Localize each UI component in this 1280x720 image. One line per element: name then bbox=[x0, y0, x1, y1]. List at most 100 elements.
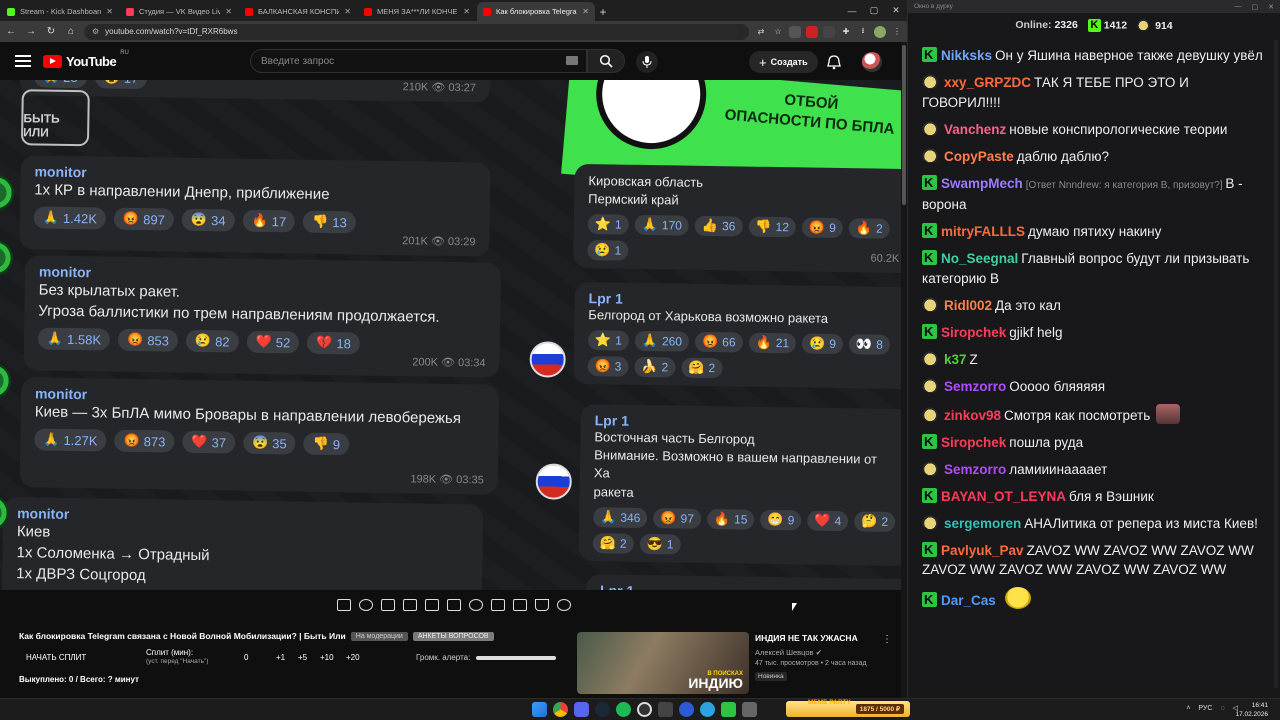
reco-title[interactable]: ИНДИЯ НЕ ТАК УЖАСНА bbox=[755, 633, 858, 643]
reaction-chip[interactable]: 🤔 2 bbox=[854, 511, 896, 532]
chat-username[interactable]: xxy_GRPZDC bbox=[944, 75, 1031, 90]
translate-icon[interactable]: ⇄ bbox=[755, 26, 767, 38]
chrome-icon[interactable] bbox=[553, 702, 568, 717]
search-button[interactable] bbox=[587, 49, 625, 73]
url-input[interactable]: ⚙ youtube.com/watch?v=tDf_RXR6bws bbox=[84, 23, 749, 40]
scrollbar-thumb[interactable] bbox=[902, 45, 906, 205]
reco-channel[interactable]: Алексей Шевцов ✔ bbox=[755, 648, 822, 657]
discord-icon[interactable] bbox=[574, 702, 589, 717]
reco-thumbnail[interactable]: В ПОИСКАХ ИНДИЮ bbox=[577, 632, 749, 694]
create-button[interactable]: + Создать bbox=[749, 51, 818, 73]
download-icon[interactable]: ⭳ bbox=[857, 26, 869, 38]
browser-tab[interactable]: МЕНЯ ЗА***ЛИ КОНЧЕННЫЕ ✕ bbox=[358, 2, 476, 21]
speed-icon[interactable] bbox=[468, 599, 483, 611]
start-split-button[interactable]: НАЧАТЬ СПЛИТ bbox=[26, 653, 86, 662]
reaction-chip[interactable]: 🙏 1.27K bbox=[34, 428, 107, 452]
extension-2-icon[interactable] bbox=[806, 25, 818, 38]
search-input[interactable]: Введите запрос bbox=[250, 49, 587, 73]
reaction-chip[interactable]: 😨 34 bbox=[181, 208, 235, 232]
tab-close-icon[interactable]: ✕ bbox=[344, 7, 351, 16]
chat-username[interactable]: mitryFALLLS bbox=[941, 224, 1025, 239]
split-plus-5-button[interactable]: +5 bbox=[298, 653, 307, 662]
reaction-chip[interactable]: 🔥 17 bbox=[242, 209, 296, 233]
chat-username[interactable]: SwampMech bbox=[941, 176, 1023, 191]
playlist-icon[interactable] bbox=[446, 599, 461, 611]
reaction-chip[interactable]: 😡 897 bbox=[113, 207, 175, 231]
reaction-chip[interactable]: ❤️ 37 bbox=[182, 430, 236, 454]
chat-username[interactable]: Siropchek bbox=[941, 435, 1006, 450]
media-icon[interactable] bbox=[679, 702, 694, 717]
settings-gear-icon[interactable] bbox=[556, 599, 571, 611]
minimize-button[interactable]: — bbox=[841, 0, 863, 21]
forward-button[interactable]: → bbox=[24, 25, 38, 39]
keyboard-icon[interactable] bbox=[566, 56, 578, 65]
youtube-logo[interactable]: YouTube RU bbox=[43, 50, 129, 69]
app-icon[interactable] bbox=[658, 702, 673, 717]
reaction-chip[interactable]: 🙏 170 bbox=[634, 215, 690, 237]
close-window-button[interactable]: ✕ bbox=[885, 0, 907, 21]
browser-tab[interactable]: БАЛКАНСКАЯ КОНСПИРОЛОГИЯ ✕ bbox=[239, 2, 357, 21]
alert-volume-slider[interactable] bbox=[476, 656, 556, 660]
moderation-chip[interactable]: На модерации bbox=[350, 631, 408, 641]
browser-tab[interactable]: Студия — VK Видео Live ✕ bbox=[120, 2, 238, 21]
tool-icon[interactable] bbox=[742, 702, 757, 717]
tab-close-icon[interactable]: ✕ bbox=[225, 7, 232, 16]
home-icon[interactable]: ⌂ bbox=[64, 25, 78, 39]
reaction-chip[interactable]: 🔥 2 bbox=[848, 218, 890, 240]
maximize-button[interactable]: ▢ bbox=[863, 0, 885, 21]
telegram-icon[interactable] bbox=[700, 702, 715, 717]
menu-icon[interactable]: ⋮ bbox=[891, 26, 903, 38]
questions-chip[interactable]: АНКЕТЫ ВОПРОСОВ bbox=[412, 631, 494, 641]
browser-tab[interactable]: Stream - Kick Dashboard ✕ bbox=[1, 2, 119, 21]
tray-chevron-icon[interactable]: ˄ bbox=[1186, 705, 1190, 712]
reload-button[interactable]: ↻ bbox=[44, 25, 58, 39]
split-plus-20-button[interactable]: +20 bbox=[346, 653, 360, 662]
reaction-chip[interactable]: ⭐ 1 bbox=[587, 330, 629, 351]
bookmark-icon[interactable]: ☆ bbox=[772, 26, 784, 38]
loop-icon[interactable] bbox=[336, 599, 351, 611]
donation-goal-widget[interactable]: MEME PARTY 1875 / 5000 ₽ bbox=[786, 699, 910, 717]
reaction-chip[interactable]: 🙏 260 bbox=[634, 331, 690, 352]
chat-username[interactable]: Siropchek bbox=[941, 325, 1006, 340]
profile-icon[interactable] bbox=[874, 25, 886, 38]
tab-close-icon[interactable]: ✕ bbox=[106, 7, 113, 16]
flask-icon[interactable] bbox=[534, 599, 549, 611]
voice-search-button[interactable] bbox=[636, 51, 658, 73]
new-tab-button[interactable]: + bbox=[595, 2, 611, 21]
screenshot-camera-icon[interactable] bbox=[512, 599, 527, 611]
chat-username[interactable]: Semzorro bbox=[944, 379, 1006, 394]
reaction-chip[interactable]: 😡 873 bbox=[114, 429, 175, 453]
reco-more-icon[interactable]: ⋮ bbox=[882, 634, 892, 645]
browser-tab[interactable]: Как блокировка Telegram связ ✕ bbox=[477, 2, 595, 21]
reaction-chip[interactable]: ❤️ 52 bbox=[246, 330, 300, 354]
site-info-icon[interactable]: ⚙ bbox=[92, 27, 99, 36]
reaction-chip[interactable]: 👍 36 bbox=[694, 216, 743, 237]
reaction-chip[interactable]: 👎 13 bbox=[302, 210, 356, 234]
clock[interactable]: 16:41 17.02.2026 bbox=[1235, 701, 1268, 719]
reaction-chip[interactable]: ⭐ 1 bbox=[587, 214, 629, 236]
reaction-chip[interactable]: 🔥 15 bbox=[706, 508, 755, 530]
chat-username[interactable]: No_Seegnal bbox=[941, 251, 1018, 266]
reaction-chip[interactable]: 🤗 2 bbox=[681, 357, 723, 379]
reaction-chip[interactable]: 😁 9 bbox=[760, 509, 802, 531]
extension-3-icon[interactable] bbox=[823, 25, 835, 38]
network-icon[interactable]: ◌ bbox=[1220, 705, 1224, 712]
hamburger-menu-icon[interactable] bbox=[15, 55, 31, 67]
reaction-chip[interactable]: 👎 12 bbox=[748, 216, 797, 238]
chat-username[interactable]: Semzorro bbox=[944, 462, 1006, 477]
windows-start-icon[interactable] bbox=[532, 702, 547, 717]
extension-1-icon[interactable] bbox=[789, 25, 801, 38]
chat-username[interactable]: Pavlyuk_Pav bbox=[941, 543, 1024, 558]
chat-username[interactable]: zinkov98 bbox=[944, 408, 1001, 423]
reaction-chip[interactable]: 👀 8 bbox=[848, 334, 891, 356]
reaction-chip[interactable]: 😡 9 bbox=[801, 217, 843, 239]
audio-icon[interactable] bbox=[358, 599, 373, 611]
green-app-icon[interactable] bbox=[721, 702, 736, 717]
recommended-video[interactable]: В ПОИСКАХ ИНДИЮ ИНДИЯ НЕ ТАК УЖАСНА Алек… bbox=[577, 632, 897, 694]
reaction-chip[interactable]: 🙏 1.42K bbox=[33, 206, 107, 230]
reaction-chip[interactable]: 😢 9 bbox=[801, 333, 844, 355]
tab-close-icon[interactable]: ✕ bbox=[582, 7, 589, 16]
steam-icon[interactable] bbox=[595, 702, 610, 717]
reaction-chip[interactable]: 🙏 1.58K bbox=[37, 327, 111, 351]
reaction-chip[interactable]: 😡 853 bbox=[117, 328, 179, 352]
